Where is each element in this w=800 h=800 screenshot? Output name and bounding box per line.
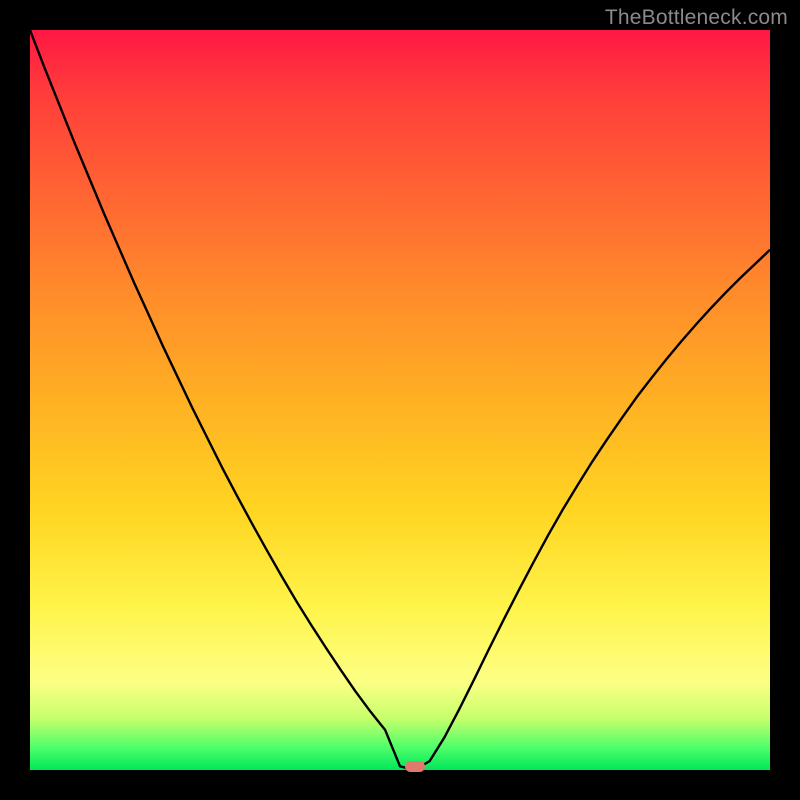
chart-frame: TheBottleneck.com: [0, 0, 800, 800]
watermark-text: TheBottleneck.com: [605, 6, 788, 30]
bottleneck-curve: [30, 30, 770, 770]
curve-path: [30, 30, 770, 770]
minimum-marker: [405, 761, 425, 772]
